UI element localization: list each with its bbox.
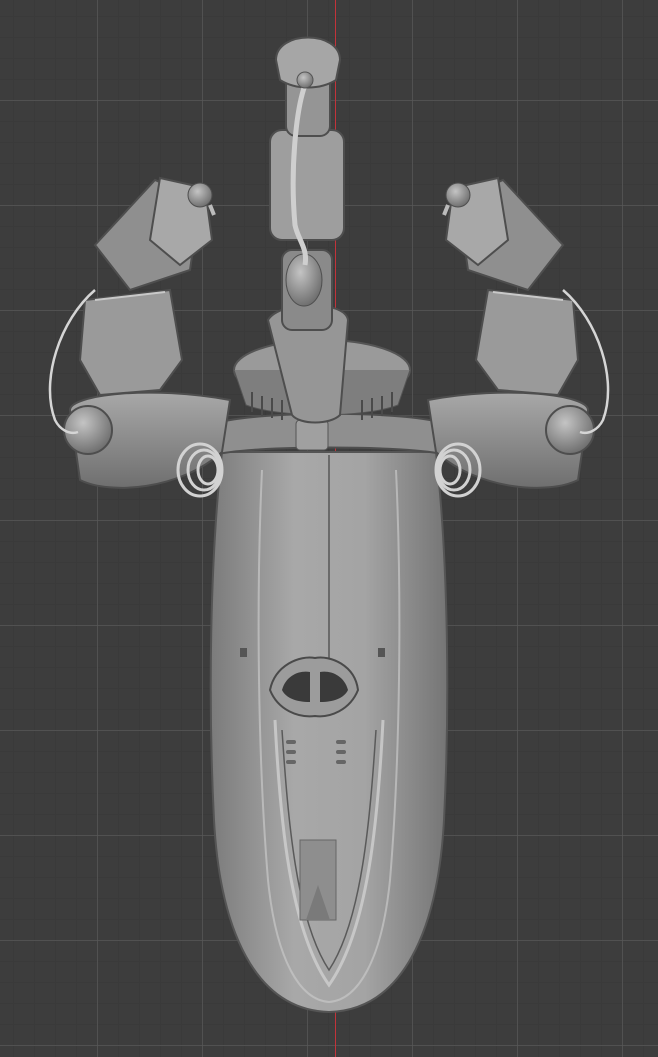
left-arm[interactable] (48, 176, 232, 498)
robot-model[interactable] (0, 0, 658, 1057)
main-body[interactable] (209, 451, 449, 1014)
front-intake[interactable] (268, 656, 360, 718)
right-arm[interactable] (426, 176, 610, 498)
neck-column[interactable] (266, 36, 350, 424)
3d-viewport[interactable] (0, 0, 658, 1057)
